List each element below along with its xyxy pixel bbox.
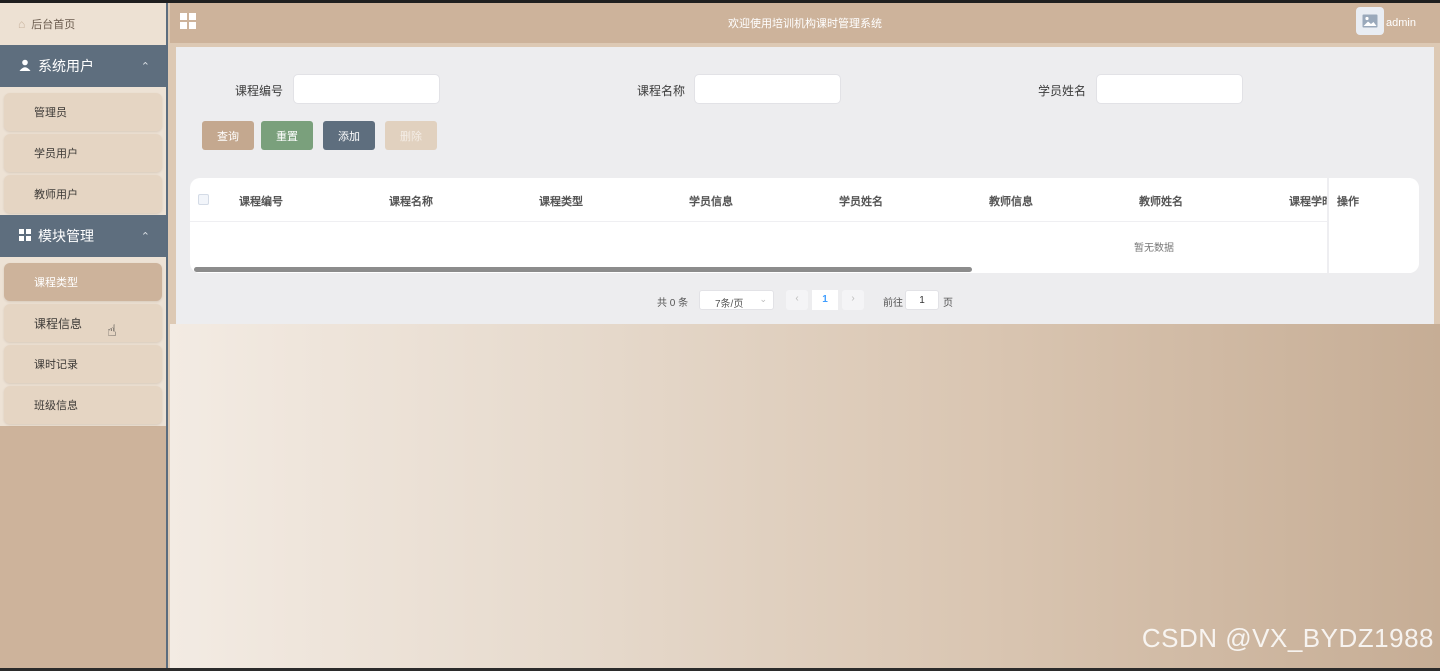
menu-group-system-users[interactable]: 系统用户 ⌃ bbox=[0, 45, 166, 87]
student-name-label: 学员姓名 bbox=[1038, 84, 1087, 98]
goto-page-input[interactable]: 1 bbox=[905, 290, 939, 310]
header: 欢迎使用培训机构课时管理系统 admin bbox=[170, 3, 1440, 43]
menu-group-body: 管理员 学员用户 教师用户 bbox=[0, 87, 166, 215]
column-header[interactable]: 学员姓名 bbox=[839, 193, 883, 209]
sidebar: ⌂ 后台首页 系统用户 ⌃ 管理员 学员用户 教师用户 模块管理 ⌃ 课程类型 … bbox=[0, 3, 168, 668]
sidebar-item-student-users[interactable]: 学员用户 bbox=[4, 134, 162, 172]
avatar[interactable] bbox=[1356, 7, 1384, 35]
next-page-button[interactable]: › bbox=[842, 290, 864, 310]
delete-button[interactable]: 删除 bbox=[385, 121, 437, 150]
table-header: 课程编号 课程名称 课程类型 学员信息 学员姓名 教师信息 教师姓名 课程学时 bbox=[190, 178, 1419, 222]
reset-button[interactable]: 重置 bbox=[261, 121, 313, 150]
column-header[interactable]: 课程编号 bbox=[239, 193, 283, 209]
student-name-input[interactable] bbox=[1096, 74, 1243, 104]
column-header[interactable]: 学员信息 bbox=[689, 193, 733, 209]
chevron-down-icon: ⌄ bbox=[759, 294, 767, 304]
sidebar-item-course-type[interactable]: 课程类型 bbox=[4, 263, 162, 301]
search-form: 课程编号 课程名称 学员姓名 bbox=[176, 74, 1434, 104]
chevron-up-icon[interactable]: ⌃ bbox=[141, 230, 150, 243]
page-size-select[interactable]: 7条/页 ⌄ bbox=[699, 290, 774, 310]
fixed-operation-column: 操作 bbox=[1327, 178, 1419, 273]
horizontal-scrollbar[interactable] bbox=[194, 267, 972, 272]
course-name-input[interactable] bbox=[694, 74, 841, 104]
watermark: CSDN @VX_BYDZ1988 bbox=[1141, 623, 1434, 653]
sidebar-item-class-info[interactable]: 班级信息 bbox=[4, 386, 162, 424]
menu-group-title: 模块管理 bbox=[38, 228, 94, 244]
home-icon: ⌂ bbox=[18, 17, 26, 31]
page-title: 欢迎使用培训机构课时管理系统 bbox=[728, 18, 882, 30]
chevron-up-icon[interactable]: ⌃ bbox=[141, 60, 150, 73]
empty-state-text: 暂无数据 bbox=[1134, 243, 1174, 254]
hand-cursor-icon: ☝ bbox=[107, 323, 117, 340]
grid-icon bbox=[18, 228, 32, 244]
add-button[interactable]: 添加 bbox=[323, 121, 375, 150]
data-table: 课程编号 课程名称 课程类型 学员信息 学员姓名 教师信息 教师姓名 课程学时 … bbox=[190, 178, 1419, 273]
sidebar-home[interactable]: ⌂ 后台首页 bbox=[0, 3, 166, 45]
menu-group-body: 课程类型 课程信息 课时记录 班级信息 bbox=[0, 257, 166, 426]
user-name[interactable]: admin bbox=[1386, 17, 1416, 29]
current-page-number[interactable]: 1 bbox=[812, 290, 838, 310]
menu-group-module-management[interactable]: 模块管理 ⌃ bbox=[0, 215, 166, 257]
select-all-checkbox[interactable] bbox=[198, 194, 209, 205]
image-icon bbox=[1362, 14, 1378, 28]
column-header[interactable]: 课程类型 bbox=[539, 193, 583, 209]
column-header[interactable]: 教师姓名 bbox=[1139, 193, 1183, 209]
sidebar-item-teacher-users[interactable]: 教师用户 bbox=[4, 175, 162, 213]
sidebar-home-label: 后台首页 bbox=[31, 19, 76, 31]
sidebar-item-course-info[interactable]: 课程信息 bbox=[4, 304, 162, 342]
app-window: ⌂ 后台首页 系统用户 ⌃ 管理员 学员用户 教师用户 模块管理 ⌃ 课程类型 … bbox=[0, 3, 1440, 668]
total-count: 共 0 条 bbox=[657, 298, 689, 309]
query-button[interactable]: 查询 bbox=[202, 121, 254, 150]
course-code-input[interactable] bbox=[293, 74, 440, 104]
column-header[interactable]: 课程名称 bbox=[389, 193, 433, 209]
sidebar-item-admin[interactable]: 管理员 bbox=[4, 93, 162, 131]
goto-label: 前往 bbox=[883, 298, 903, 309]
column-header: 操作 bbox=[1337, 196, 1359, 208]
course-code-label: 课程编号 bbox=[235, 84, 284, 98]
background-area bbox=[170, 324, 1440, 668]
course-name-label: 课程名称 bbox=[637, 84, 686, 98]
page-size-value: 7条/页 bbox=[715, 299, 744, 310]
menu-group-title: 系统用户 bbox=[38, 58, 94, 74]
pagination: 共 0 条 7条/页 ⌄ ‹ 1 › 前往 1 页 bbox=[176, 290, 1434, 310]
column-header[interactable]: 教师信息 bbox=[989, 193, 1033, 209]
user-icon bbox=[18, 59, 32, 74]
page-unit-label: 页 bbox=[943, 298, 953, 309]
main-panel: 课程编号 课程名称 学员姓名 查询 重置 添加 删除 课程编号 课程名称 课程类… bbox=[176, 47, 1434, 324]
prev-page-button[interactable]: ‹ bbox=[786, 290, 808, 310]
sidebar-item-class-hour-records[interactable]: 课时记录 bbox=[4, 345, 162, 383]
